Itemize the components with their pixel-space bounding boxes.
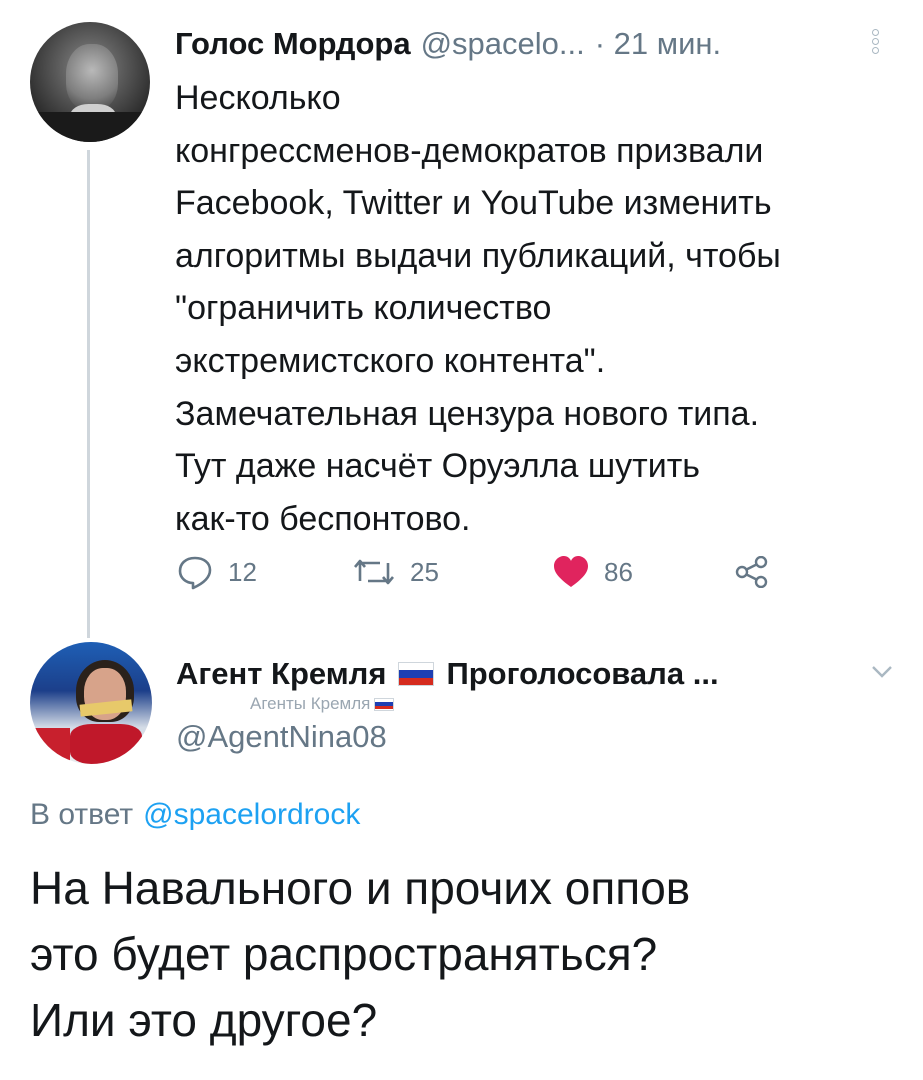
avatar-golos-mordora[interactable] xyxy=(30,22,150,142)
share-button[interactable] xyxy=(735,552,769,592)
author-name[interactable]: Голос Мордора xyxy=(175,26,411,61)
reply-button[interactable]: 12 xyxy=(176,552,257,592)
tweet-time[interactable]: · 21 мин. xyxy=(595,26,721,61)
reply-prefix: В ответ xyxy=(30,798,134,831)
share-icon xyxy=(735,556,769,588)
tweet-header: Голос Мордора @spacelo... · 21 мин. xyxy=(175,20,875,68)
user-badge: Агенты Кремля xyxy=(250,694,395,714)
avatar-agent-kremlya[interactable] xyxy=(30,642,152,764)
author-name[interactable]: Агент Кремля xyxy=(176,652,386,696)
heart-icon xyxy=(552,555,590,589)
reply-author[interactable]: Агент Кремля Проголосовала ... xyxy=(176,652,719,696)
reply-tweet-text: На Навального и прочих оппов это будет р… xyxy=(30,862,691,1046)
like-button[interactable]: 86 xyxy=(552,552,633,592)
author-name-suffix[interactable]: Проголосовала ... xyxy=(446,652,718,696)
retweet-count: 25 xyxy=(410,556,439,587)
retweet-button[interactable]: 25 xyxy=(352,552,439,592)
reply-count: 12 xyxy=(228,556,257,587)
reply-to-link[interactable]: @spacelordrock xyxy=(143,798,360,831)
like-count: 86 xyxy=(604,556,633,587)
retweet-icon xyxy=(352,555,396,589)
reply-to-line: В ответ @spacelordrock xyxy=(30,793,360,837)
tweet-text: Несколько конгрессменов-демократов призв… xyxy=(175,79,781,538)
more-icon[interactable] xyxy=(868,28,882,58)
russian-flag-icon xyxy=(398,662,435,686)
chevron-down-icon[interactable] xyxy=(870,664,894,684)
reply-icon xyxy=(176,554,214,590)
russian-flag-icon xyxy=(374,697,395,711)
author-handle[interactable]: @spacelo... xyxy=(421,26,585,61)
thread-line xyxy=(87,150,90,638)
author-handle[interactable]: @AgentNina08 xyxy=(176,717,387,757)
